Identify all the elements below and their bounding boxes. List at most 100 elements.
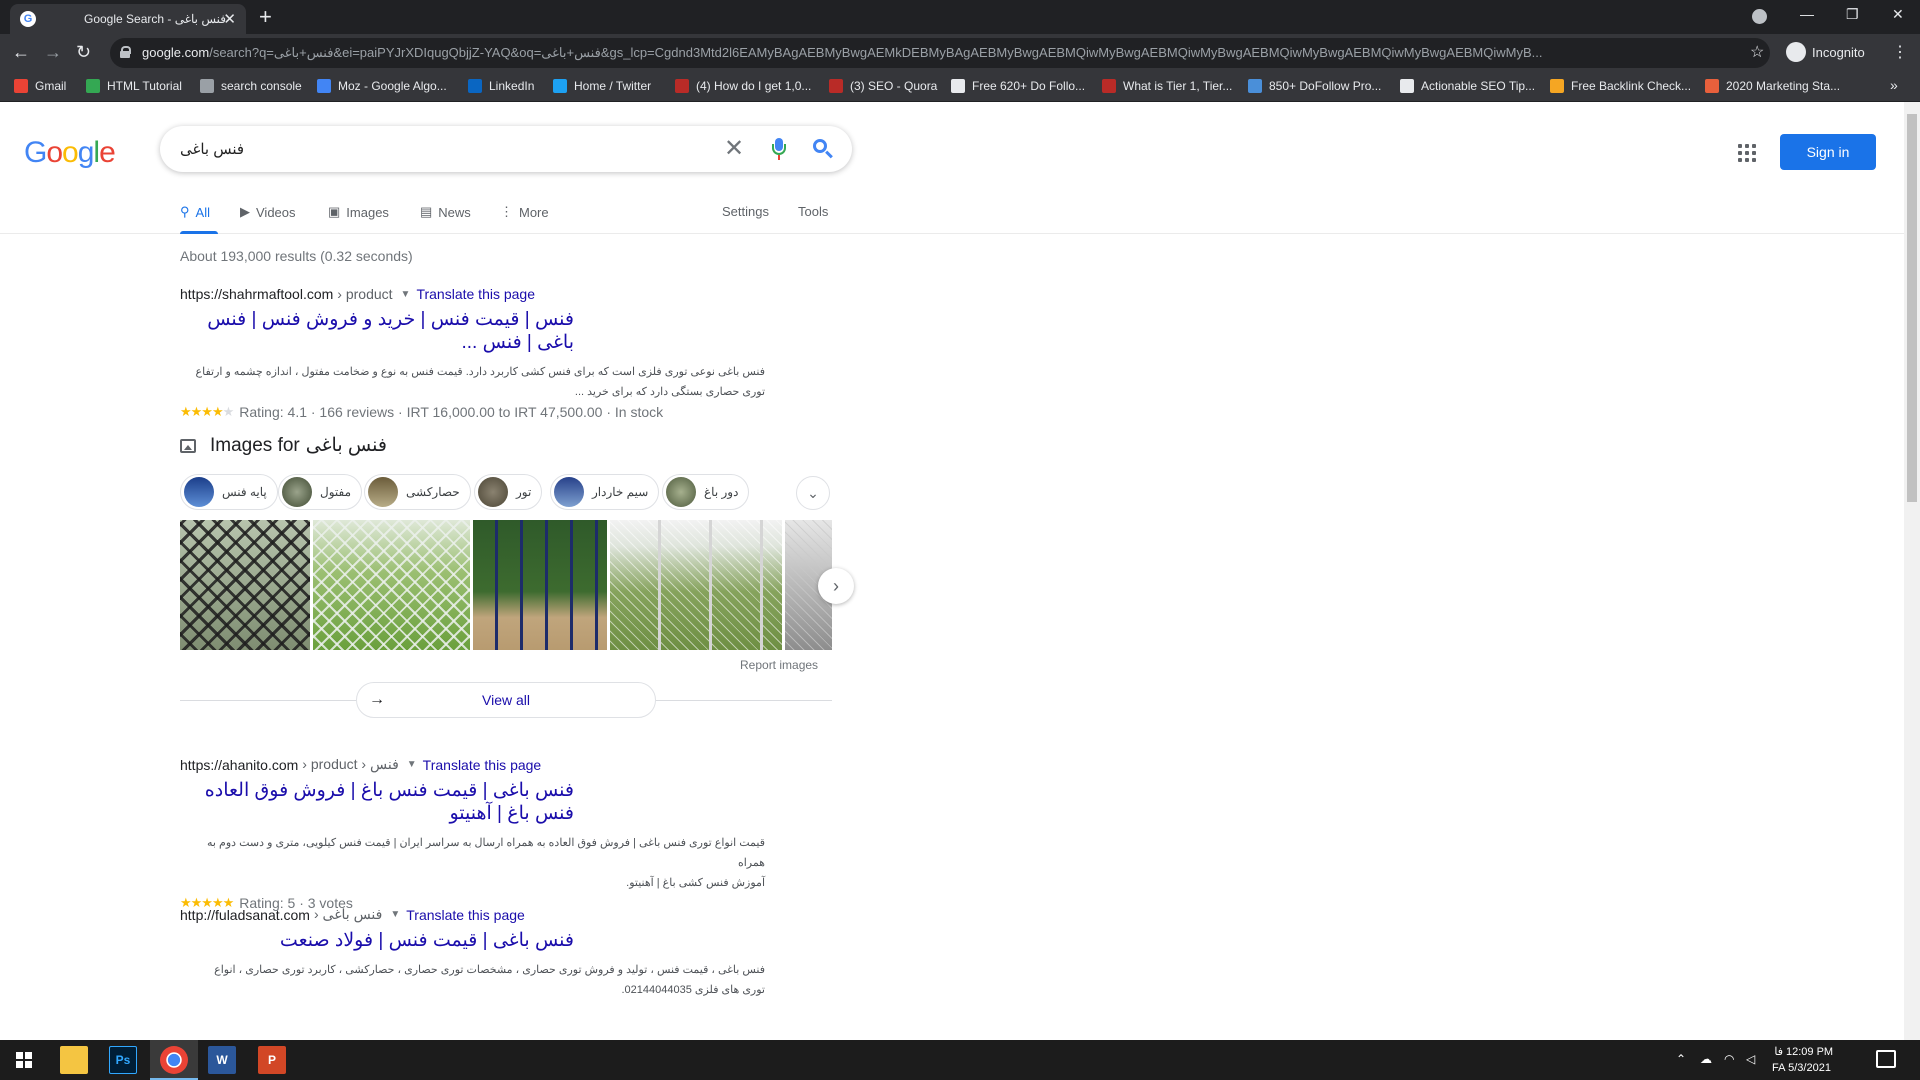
minimize-button[interactable]: — <box>1800 6 1814 22</box>
image-chip[interactable]: دور باغ <box>662 474 750 510</box>
incognito-indicator[interactable]: Incognito <box>1786 42 1865 62</box>
close-window-button[interactable]: ✕ <box>1892 6 1904 23</box>
result-title-link[interactable]: فنس | قیمت فنس | خرید و فروش فنس | فنس ب… <box>180 308 574 354</box>
search-result: https://ahanito.com › product › فنس ▼ Tra… <box>180 756 832 911</box>
image-chip[interactable]: حصارکشی <box>364 474 471 510</box>
restore-button[interactable]: ❐ <box>1846 6 1859 23</box>
chip-thumbnail <box>478 477 508 507</box>
microphone-icon[interactable] <box>772 138 786 160</box>
windows-start-icon[interactable] <box>16 1052 32 1068</box>
bookmark-item[interactable]: Gmail <box>14 79 66 93</box>
result-snippet: فنس باغی نوعی توری فلزی است که برای فنس … <box>195 366 765 398</box>
lock-icon[interactable] <box>120 46 131 58</box>
taskbar-clock[interactable]: 12:09 PM 5/3/2021 <box>1786 1044 1833 1076</box>
forward-button[interactable]: → <box>44 42 62 62</box>
translate-link[interactable]: Translate this page <box>423 757 542 773</box>
search-input[interactable]: فنس باغی <box>180 140 244 158</box>
tab-images[interactable]: ▣ Images <box>328 204 389 220</box>
bookmark-item[interactable]: Actionable SEO Tip... <box>1400 79 1535 93</box>
page-scrollbar[interactable] <box>1904 102 1920 1040</box>
translate-link[interactable]: Translate this page <box>416 286 535 302</box>
report-images-link[interactable]: Report images <box>740 658 818 672</box>
browser-tab-active[interactable]: G Google Search - فنس باغی ✕ <box>10 4 246 34</box>
windows-taskbar: Ps W P ⌃ ☁ ◠ ◁ فا FA 12:09 PM 5/3/2021 <box>0 1040 1920 1080</box>
image-chip[interactable]: مفتول <box>278 474 363 510</box>
address-bar[interactable]: google.com/search?q=فنس+باغی&ei=paiPYJrX… <box>110 38 1770 68</box>
bookmark-item[interactable]: search console <box>200 79 302 93</box>
notification-center-icon[interactable] <box>1876 1050 1896 1068</box>
tab-tools[interactable]: Tools <box>798 204 828 219</box>
scrollbar-thumb[interactable] <box>1907 114 1917 502</box>
cite-menu-icon[interactable]: ▼ <box>390 909 400 920</box>
tab-news[interactable]: ▤ News <box>420 204 471 220</box>
image-chip[interactable]: سیم خاردار <box>550 474 660 510</box>
bookmark-favicon-icon <box>1550 79 1564 93</box>
language-indicator[interactable]: فا FA <box>1772 1044 1785 1076</box>
bookmark-favicon-icon <box>1400 79 1414 93</box>
result-title-link[interactable]: فنس باغی | قیمت فنس باغ | فروش فوق العاد… <box>180 779 574 825</box>
result-cite[interactable]: http://fuladsanat.com › فنس باغی ▼ Transl… <box>180 906 832 923</box>
bookmark-star-icon[interactable]: ☆ <box>1750 42 1764 62</box>
tab-more[interactable]: ⋮ More <box>500 204 549 220</box>
browser-menu-icon[interactable]: ⋮ <box>1892 42 1908 62</box>
result-rating: ★★★★★ Rating: 4.1 · 166 reviews · IRT 16… <box>180 404 664 420</box>
search-box[interactable]: فنس باغی ✕ <box>160 126 852 172</box>
search-icon[interactable] <box>812 138 834 160</box>
file-explorer-icon[interactable] <box>60 1046 88 1074</box>
bookmarks-overflow-icon[interactable]: » <box>1890 77 1898 93</box>
cloud-icon[interactable]: ☁ <box>1700 1052 1712 1066</box>
bookmark-item[interactable]: Moz - Google Algo... <box>317 79 447 93</box>
bookmark-item[interactable]: 2020 Marketing Sta... <box>1705 79 1840 93</box>
cite-menu-icon[interactable]: ▼ <box>407 759 417 770</box>
clear-search-icon[interactable]: ✕ <box>724 134 744 163</box>
word-icon[interactable]: W <box>208 1046 236 1074</box>
result-snippet: قیمت انواع توری فنس باغی | فروش فوق العا… <box>207 837 765 889</box>
bookmark-item[interactable]: Free 620+ Do Follo... <box>951 79 1085 93</box>
google-apps-icon[interactable] <box>1738 144 1756 162</box>
cite-menu-icon[interactable]: ▼ <box>401 289 411 300</box>
bookmark-item[interactable]: (3) SEO - Quora <box>829 79 937 93</box>
tab-settings[interactable]: Settings <box>722 204 769 219</box>
bookmark-favicon-icon <box>951 79 965 93</box>
tray-overflow-icon[interactable]: ⌃ <box>1676 1052 1686 1066</box>
google-logo[interactable]: Google <box>24 136 116 170</box>
result-cite[interactable]: https://shahrmaftool.com › product ▼ Tran… <box>180 286 832 302</box>
back-button[interactable]: ← <box>12 42 30 62</box>
chevron-down-icon[interactable]: ⌄ <box>796 476 830 510</box>
fence-image[interactable] <box>180 520 310 650</box>
bookmark-item[interactable]: LinkedIn <box>468 79 534 93</box>
image-strip <box>180 520 832 650</box>
fence-image[interactable] <box>313 520 470 650</box>
sign-in-button[interactable]: Sign in <box>1780 134 1876 170</box>
chevron-right-icon[interactable]: › <box>818 568 854 604</box>
wifi-icon[interactable]: ◠ <box>1724 1052 1734 1066</box>
rating-stars-icon: ★★★★★ <box>180 404 234 419</box>
bookmark-item[interactable]: 850+ DoFollow Pro... <box>1248 79 1381 93</box>
new-tab-button[interactable]: + <box>259 6 272 28</box>
bookmark-item[interactable]: (4) How do I get 1,0... <box>675 79 811 93</box>
volume-icon[interactable]: ◁ <box>1746 1052 1755 1066</box>
result-cite[interactable]: https://ahanito.com › product › فنس ▼ Tra… <box>180 756 832 773</box>
bookmark-item[interactable]: HTML Tutorial <box>86 79 182 93</box>
image-chip[interactable]: پایه فنس <box>180 474 278 510</box>
tab-close-icon[interactable]: ✕ <box>223 10 236 28</box>
image-chip[interactable]: تور <box>474 474 543 510</box>
chrome-icon[interactable] <box>160 1046 188 1074</box>
reload-button[interactable]: ↻ <box>76 42 91 62</box>
browser-toolbar: ← → ↻ google.com/search?q=فنس+باغی&ei=pa… <box>0 34 1920 72</box>
media-control-icon[interactable] <box>1752 9 1767 24</box>
translate-link[interactable]: Translate this page <box>406 907 525 923</box>
powerpoint-icon[interactable]: P <box>258 1046 286 1074</box>
bookmark-item[interactable]: What is Tier 1, Tier... <box>1102 79 1232 93</box>
tab-videos[interactable]: ▶ Videos <box>240 204 296 220</box>
fence-image[interactable] <box>473 520 607 650</box>
bookmark-item[interactable]: Free Backlink Check... <box>1550 79 1691 93</box>
images-heading[interactable]: Images for فنس باغی <box>180 434 387 457</box>
bookmark-item[interactable]: Home / Twitter <box>553 79 651 93</box>
photoshop-icon[interactable]: Ps <box>109 1046 137 1074</box>
url-text[interactable]: google.com/search?q=فنس+باغی&ei=paiPYJrX… <box>142 45 1742 61</box>
tab-all[interactable]: ⚲ All <box>180 204 210 220</box>
result-title-link[interactable]: فنس باغی | قیمت فنس | فولاد صنعت <box>180 929 574 952</box>
view-all-images-button[interactable]: → View all <box>356 682 656 718</box>
fence-image[interactable] <box>610 520 782 650</box>
